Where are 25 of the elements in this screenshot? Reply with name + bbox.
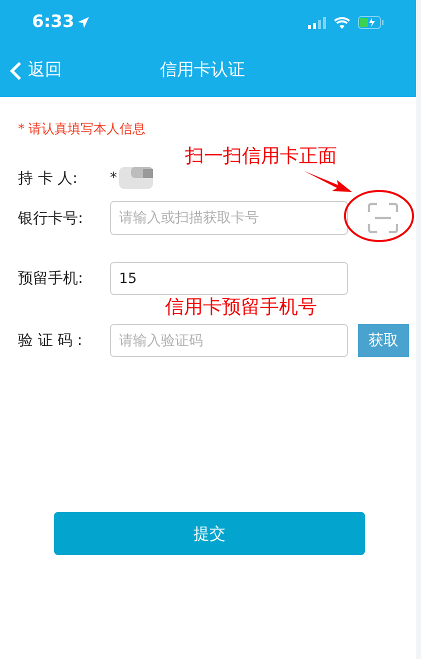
- input-field[interactable]: 15: [110, 262, 348, 295]
- field-label: 预留手机:: [18, 268, 84, 290]
- signal-icon: [308, 16, 326, 28]
- battery-icon: [358, 16, 384, 29]
- field-label: 持 卡 人:: [18, 168, 79, 189]
- scan-icon[interactable]: [367, 202, 399, 234]
- holder-name: *: [110, 168, 117, 188]
- annotation-text: 扫一扫信用卡正面: [185, 144, 337, 169]
- page-title: 信用卡认证: [160, 59, 245, 82]
- back-button[interactable]: 返回: [0, 58, 62, 84]
- wifi-icon: [334, 16, 350, 28]
- input-field[interactable]: 请输入或扫描获取卡号: [110, 201, 348, 235]
- annotation-text: 信用卡预留手机号: [165, 296, 317, 318]
- field-label: 验 证 码 :: [18, 330, 84, 352]
- location-icon: [78, 17, 90, 28]
- field-label: 银行卡号:: [18, 208, 84, 229]
- input-field[interactable]: 请输入验证码: [110, 324, 348, 357]
- blurred-name-drawing: [119, 167, 153, 189]
- notice-text: * 请认真填写本人信息: [18, 121, 147, 139]
- annotation-circle: [343, 189, 415, 243]
- back-chevron-icon: [10, 61, 22, 81]
- status-time: 6:33: [32, 10, 74, 34]
- submit-button[interactable]: 提交: [54, 512, 365, 555]
- get-code-button[interactable]: 获取: [358, 324, 409, 357]
- annotation-arrow: [304, 170, 352, 194]
